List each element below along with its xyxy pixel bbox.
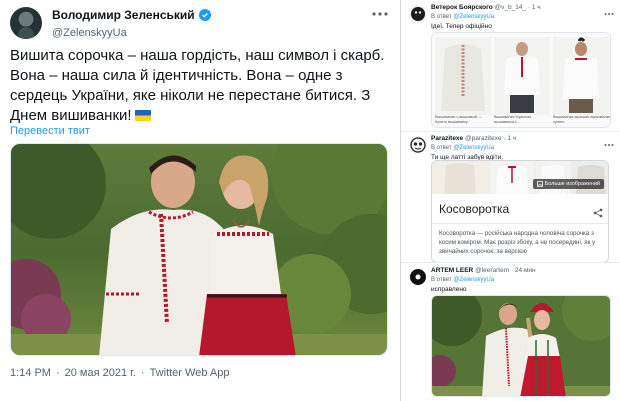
reply-photo[interactable] (431, 295, 611, 397)
search-result-card[interactable]: Больше изображений Косоворотка Косоворот… (431, 160, 609, 263)
reply-header: ARTEM LEER @leerartem · 24 мин (431, 267, 536, 274)
reply-prefix: В ответ (431, 14, 452, 20)
reply-item[interactable]: Ветерок Боярского @v_b_14_ · 1 ч В ответ… (401, 2, 620, 130)
ukraine-flag-icon (134, 110, 151, 121)
reply-avatar[interactable] (409, 268, 427, 286)
card-description: Косоворотка — російська народна чоловіча… (439, 230, 596, 255)
card-title[interactable]: Косоворотка (439, 202, 509, 216)
reply-time[interactable]: · 1 ч (528, 4, 541, 11)
author-name-row[interactable]: Володимир Зеленський (52, 8, 211, 22)
tweet-photo[interactable] (10, 143, 388, 356)
images-icon (536, 181, 543, 187)
author-name[interactable]: Володимир Зеленський (52, 8, 195, 22)
more-options-icon[interactable] (370, 7, 390, 21)
product-image[interactable] (494, 37, 550, 115)
divider (401, 262, 620, 263)
reply-time[interactable]: · 24 мин (511, 267, 536, 274)
reply-to-line: В ответ @ZelenskyyUa (431, 145, 494, 151)
reply-avatar[interactable] (409, 5, 427, 23)
author-avatar[interactable] (10, 7, 42, 39)
product-caption: Вышиванка Мужская вышиванка с... (494, 115, 532, 124)
reply-header: Ветерок Боярского @v_b_14_ · 1 ч (431, 4, 541, 11)
reply-author-handle[interactable]: @parazitexe (465, 135, 502, 142)
reply-time[interactable]: · 1 ч (503, 135, 516, 142)
reply-text: Ідеї. Тепер офіційно (431, 23, 492, 30)
divider (401, 131, 620, 132)
tweet-date[interactable]: 20 мая 2021 г. (65, 367, 136, 379)
reply-to-handle[interactable]: @ZelenskyyUa (453, 145, 494, 151)
meta-separator: · (140, 367, 145, 379)
author-block: Володимир Зеленський @ZelenskyyUa (52, 8, 211, 39)
translate-tweet-link[interactable]: Перевести твит (10, 125, 90, 137)
author-handle[interactable]: @ZelenskyyUa (52, 27, 211, 39)
share-icon[interactable] (593, 205, 603, 218)
card-image-strip[interactable]: Больше изображений (432, 161, 608, 194)
replies-panel: Ветерок Боярского @v_b_14_ · 1 ч В ответ… (400, 0, 620, 401)
reply-prefix: В ответ (431, 277, 452, 283)
reply-header: Parazitexe @parazitexe · 1 ч (431, 135, 516, 142)
reply-avatar[interactable] (409, 136, 427, 154)
tweet-source[interactable]: Twitter Web App (150, 367, 230, 379)
reply-item[interactable]: Parazitexe @parazitexe · 1 ч В ответ @Ze… (401, 133, 620, 263)
reply-to-handle[interactable]: @ZelenskyyUa (453, 277, 494, 283)
more-images-button[interactable]: Больше изображений (532, 179, 604, 189)
reply-author-handle[interactable]: @leerartem (475, 267, 509, 274)
more-options-icon[interactable] (604, 134, 614, 146)
reply-author-name[interactable]: ARTEM LEER (431, 267, 473, 274)
reply-author-name[interactable]: Parazitexe (431, 135, 463, 142)
meta-separator: · (55, 367, 60, 379)
more-options-icon[interactable] (604, 3, 614, 15)
more-images-label: Больше изображений (544, 181, 600, 187)
product-image[interactable] (553, 37, 609, 115)
reply-item[interactable]: ARTEM LEER @leerartem · 24 мин В ответ @… (401, 265, 620, 401)
reply-to-handle[interactable]: @ZelenskyyUa (453, 14, 494, 20)
product-caption: Вышиванки с вышивкой — Купить вышиванку (435, 115, 483, 124)
reply-to-line: В ответ @ZelenskyyUa (431, 277, 494, 283)
reply-text: исправлено (431, 286, 467, 293)
tweet-meta: 1:14 PM · 20 мая 2021 г. · Twitter Web A… (10, 367, 229, 379)
product-screenshot[interactable]: Вышиванки с вышивкой — Купить вышиванку … (431, 32, 611, 128)
reply-to-line: В ответ @ZelenskyyUa (431, 14, 494, 20)
reply-author-name[interactable]: Ветерок Боярского (431, 4, 493, 11)
main-tweet: Володимир Зеленський @ZelenskyyUa Вишита… (0, 0, 400, 401)
reply-prefix: В ответ (431, 145, 452, 151)
tweet-text: Вишита сорочка – наша гордість, наш симв… (10, 46, 392, 126)
tweet-time[interactable]: 1:14 PM (10, 367, 51, 379)
verified-badge-icon (198, 9, 211, 21)
card-divider (432, 223, 608, 224)
product-caption: Вышиванка мужская вышиванки купить (553, 115, 611, 124)
tweet-text-body: Вишита сорочка – наша гордість, наш симв… (10, 47, 385, 124)
reply-author-handle[interactable]: @v_b_14_ (495, 4, 527, 11)
product-image[interactable] (435, 37, 491, 115)
